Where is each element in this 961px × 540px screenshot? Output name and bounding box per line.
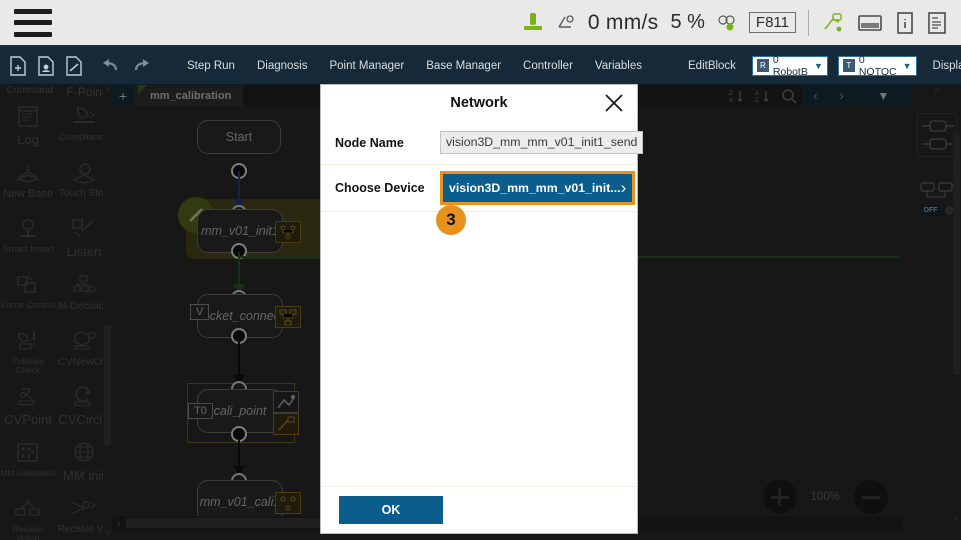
open-file-icon[interactable] <box>64 51 84 81</box>
toolbar-item-diagnosis[interactable]: Diagnosis <box>246 60 319 72</box>
chevron-down-icon: ▼ <box>813 60 823 71</box>
node-name-input[interactable]: vision3D_mm_mm_v01_init1_send <box>440 131 644 154</box>
toolbar-item-base-manager[interactable]: Base Manager <box>415 60 512 72</box>
status-divider <box>808 9 809 36</box>
speed-icon <box>556 13 576 33</box>
dialog-header: Network <box>321 85 637 121</box>
frame-label[interactable]: F811 <box>748 12 796 33</box>
hamburger-icon[interactable] <box>14 8 52 37</box>
robot-selector-label: 0 RobotB <box>772 53 808 78</box>
tool-badge-icon: T <box>842 59 855 72</box>
status-indicators: 0 mm/s 5 % F811 <box>522 9 961 36</box>
redo-icon[interactable] <box>130 51 152 81</box>
toolbar-item-point-manager[interactable]: Point Manager <box>318 60 415 72</box>
save-file-icon[interactable] <box>36 51 56 81</box>
hamburger-bar <box>14 31 52 37</box>
toolbar-item-display[interactable]: Display <box>922 60 961 72</box>
tool-selector-label: 0 NOTOC <box>858 53 897 78</box>
speed-value: 0 mm/s <box>587 10 659 34</box>
percent-value: 5 % <box>670 11 705 33</box>
chevron-right-icon: › <box>620 178 627 197</box>
toolbar-item-step-run[interactable]: Step Run <box>176 60 246 72</box>
hamburger-bar <box>14 8 52 14</box>
main-toolbar: Step Run Diagnosis Point Manager Base Ma… <box>0 47 961 85</box>
close-icon[interactable] <box>603 92 625 114</box>
toolbar-item-editblock[interactable]: EditBlock <box>677 60 747 72</box>
dialog-title: Network <box>450 95 508 111</box>
node-name-row: Node Name vision3D_mm_mm_v01_init1_send <box>321 121 644 165</box>
chevron-down-icon: ▼ <box>902 60 912 71</box>
undo-icon[interactable] <box>100 51 122 81</box>
network-dialog: Network Node Name vision3D_mm_mm_v01_ini… <box>321 85 644 533</box>
application-window: 0 mm/s 5 % F811 Step Run Diagnosis Point… <box>0 0 961 540</box>
node-name-label: Node Name <box>335 135 404 150</box>
robot-badge-icon: R <box>756 59 769 72</box>
step-badge: 3 <box>436 205 466 235</box>
zoom-toggle-icon[interactable] <box>717 14 737 32</box>
robot-selector-dropdown[interactable]: R 0 RobotB ▼ <box>751 53 828 78</box>
dialog-body <box>321 212 637 487</box>
keyboard-icon[interactable] <box>857 12 883 34</box>
info-icon[interactable] <box>895 11 915 35</box>
new-file-icon[interactable] <box>8 51 28 81</box>
robot-joint-icon[interactable] <box>821 11 845 35</box>
choose-device-value: vision3D_mm_mm_v01_init... <box>449 181 621 195</box>
choose-device-button[interactable]: vision3D_mm_mm_v01_init... › <box>440 171 636 205</box>
dialog-footer: OK <box>321 487 637 533</box>
choose-device-label: Choose Device <box>335 181 425 195</box>
choose-device-row: Choose Device vision3D_mm_mm_v01_init...… <box>321 165 637 212</box>
toolbar-item-variables[interactable]: Variables <box>584 60 653 72</box>
tool-selector-dropdown[interactable]: T 0 NOTOC ▼ <box>837 53 917 78</box>
ok-button[interactable]: OK <box>339 496 443 524</box>
hamburger-bar <box>14 20 52 25</box>
teach-pendant-icon[interactable] <box>522 11 544 35</box>
toolbar-item-controller[interactable]: Controller <box>512 60 584 72</box>
document-list-icon[interactable] <box>927 11 947 35</box>
status-bar: 0 mm/s 5 % F811 <box>0 0 961 47</box>
